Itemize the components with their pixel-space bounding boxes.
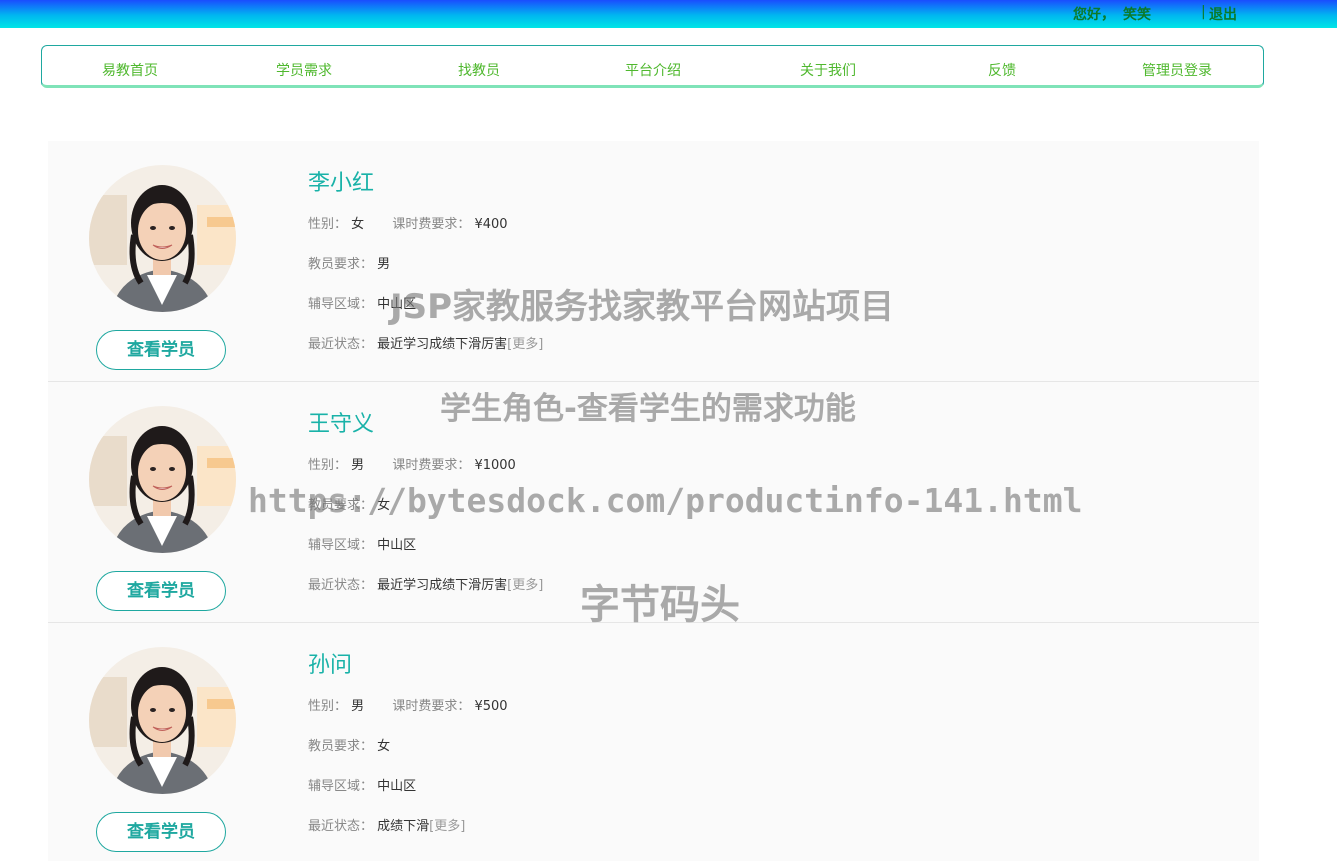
avatar-photo xyxy=(89,647,236,794)
student-list: 查看学员 李小红 性别： 女 课时费要求： ¥400 教员要求： 男 辅导区域：… xyxy=(48,141,1259,861)
avatar xyxy=(89,647,236,794)
status-row: 最近状态： 最近学习成绩下滑厉害[更多] xyxy=(308,574,543,593)
view-student-button[interactable]: 查看学员 xyxy=(96,812,226,852)
header-separator: | xyxy=(1201,4,1206,20)
gender-label: 性别： xyxy=(308,458,348,473)
gender-label: 性别： xyxy=(308,699,348,714)
avatar xyxy=(89,165,236,312)
area-value: 中山区 xyxy=(377,297,417,312)
view-student-button[interactable]: 查看学员 xyxy=(96,571,226,611)
status-row: 最近状态： 成绩下滑[更多] xyxy=(308,815,465,834)
tutor-req-row: 教员要求： 男 xyxy=(308,253,390,272)
area-label: 辅导区域： xyxy=(308,779,374,794)
tutor-req-row: 教员要求： 女 xyxy=(308,735,390,754)
nav-item-admin-login[interactable]: 管理员登录 xyxy=(1097,60,1257,80)
nav-item-platform-intro[interactable]: 平台介绍 xyxy=(573,60,733,80)
student-card: 查看学员 孙问 性别： 男 课时费要求： ¥500 教员要求： 女 辅导区域： … xyxy=(48,623,1259,864)
fee-label: 课时费要求： xyxy=(392,699,471,714)
status-row: 最近状态： 最近学习成绩下滑厉害[更多] xyxy=(308,333,543,352)
student-name: 孙问 xyxy=(308,653,353,678)
main-nav: 易教首页 学员需求 找教员 平台介绍 关于我们 反馈 管理员登录 xyxy=(41,45,1264,88)
more-link[interactable]: [更多] xyxy=(429,819,465,834)
gender-value: 男 xyxy=(351,699,365,714)
status-label: 最近状态： xyxy=(308,578,374,593)
student-card: 查看学员 王守义 性别： 男 课时费要求： ¥1000 教员要求： 女 辅导区域… xyxy=(48,382,1259,623)
gender-fee-row: 性别： 男 课时费要求： ¥1000 xyxy=(308,454,516,473)
fee-value: ¥1000 xyxy=(474,458,516,473)
status-value: 最近学习成绩下滑厉害 xyxy=(377,337,508,352)
gender-fee-row: 性别： 女 课时费要求： ¥400 xyxy=(308,213,508,232)
area-row: 辅导区域： 中山区 xyxy=(308,534,416,553)
gender-value: 女 xyxy=(351,217,365,232)
logout-link[interactable]: 退出 xyxy=(1209,4,1237,24)
tutor-req-value: 男 xyxy=(377,257,391,272)
greeting: 您好， 笑笑 xyxy=(1073,4,1151,24)
status-value: 成绩下滑 xyxy=(377,819,430,834)
tutor-req-row: 教员要求： 女 xyxy=(308,494,390,513)
fee-label: 课时费要求： xyxy=(392,217,471,232)
fee-value: ¥400 xyxy=(474,217,508,232)
tutor-req-value: 女 xyxy=(377,498,391,513)
gender-value: 男 xyxy=(351,458,365,473)
nav-item-home[interactable]: 易教首页 xyxy=(50,60,210,80)
area-label: 辅导区域： xyxy=(308,538,374,553)
area-value: 中山区 xyxy=(377,538,417,553)
avatar-photo xyxy=(89,165,236,312)
student-card: 查看学员 李小红 性别： 女 课时费要求： ¥400 教员要求： 男 辅导区域：… xyxy=(48,141,1259,382)
view-student-button[interactable]: 查看学员 xyxy=(96,330,226,370)
nav-item-feedback[interactable]: 反馈 xyxy=(922,60,1082,80)
avatar xyxy=(89,406,236,553)
greeting-text: 您好， xyxy=(1073,7,1115,23)
status-label: 最近状态： xyxy=(308,819,374,834)
username: 笑笑 xyxy=(1123,7,1151,23)
tutor-req-value: 女 xyxy=(377,739,391,754)
tutor-req-label: 教员要求： xyxy=(308,498,374,513)
status-value: 最近学习成绩下滑厉害 xyxy=(377,578,508,593)
student-name: 李小红 xyxy=(308,171,375,196)
nav-item-student-needs[interactable]: 学员需求 xyxy=(224,60,384,80)
gender-fee-row: 性别： 男 课时费要求： ¥500 xyxy=(308,695,508,714)
status-label: 最近状态： xyxy=(308,337,374,352)
fee-value: ¥500 xyxy=(474,699,508,714)
fee-label: 课时费要求： xyxy=(392,458,471,473)
gender-label: 性别： xyxy=(308,217,348,232)
tutor-req-label: 教员要求： xyxy=(308,739,374,754)
area-label: 辅导区域： xyxy=(308,297,374,312)
more-link[interactable]: [更多] xyxy=(507,578,543,593)
area-row: 辅导区域： 中山区 xyxy=(308,293,416,312)
nav-item-about-us[interactable]: 关于我们 xyxy=(748,60,908,80)
area-row: 辅导区域： 中山区 xyxy=(308,775,416,794)
nav-item-find-tutor[interactable]: 找教员 xyxy=(399,60,559,80)
more-link[interactable]: [更多] xyxy=(507,337,543,352)
tutor-req-label: 教员要求： xyxy=(308,257,374,272)
avatar-photo xyxy=(89,406,236,553)
top-bar: 您好， 笑笑 | 退出 xyxy=(0,0,1337,28)
area-value: 中山区 xyxy=(377,779,417,794)
student-name: 王守义 xyxy=(308,412,375,437)
